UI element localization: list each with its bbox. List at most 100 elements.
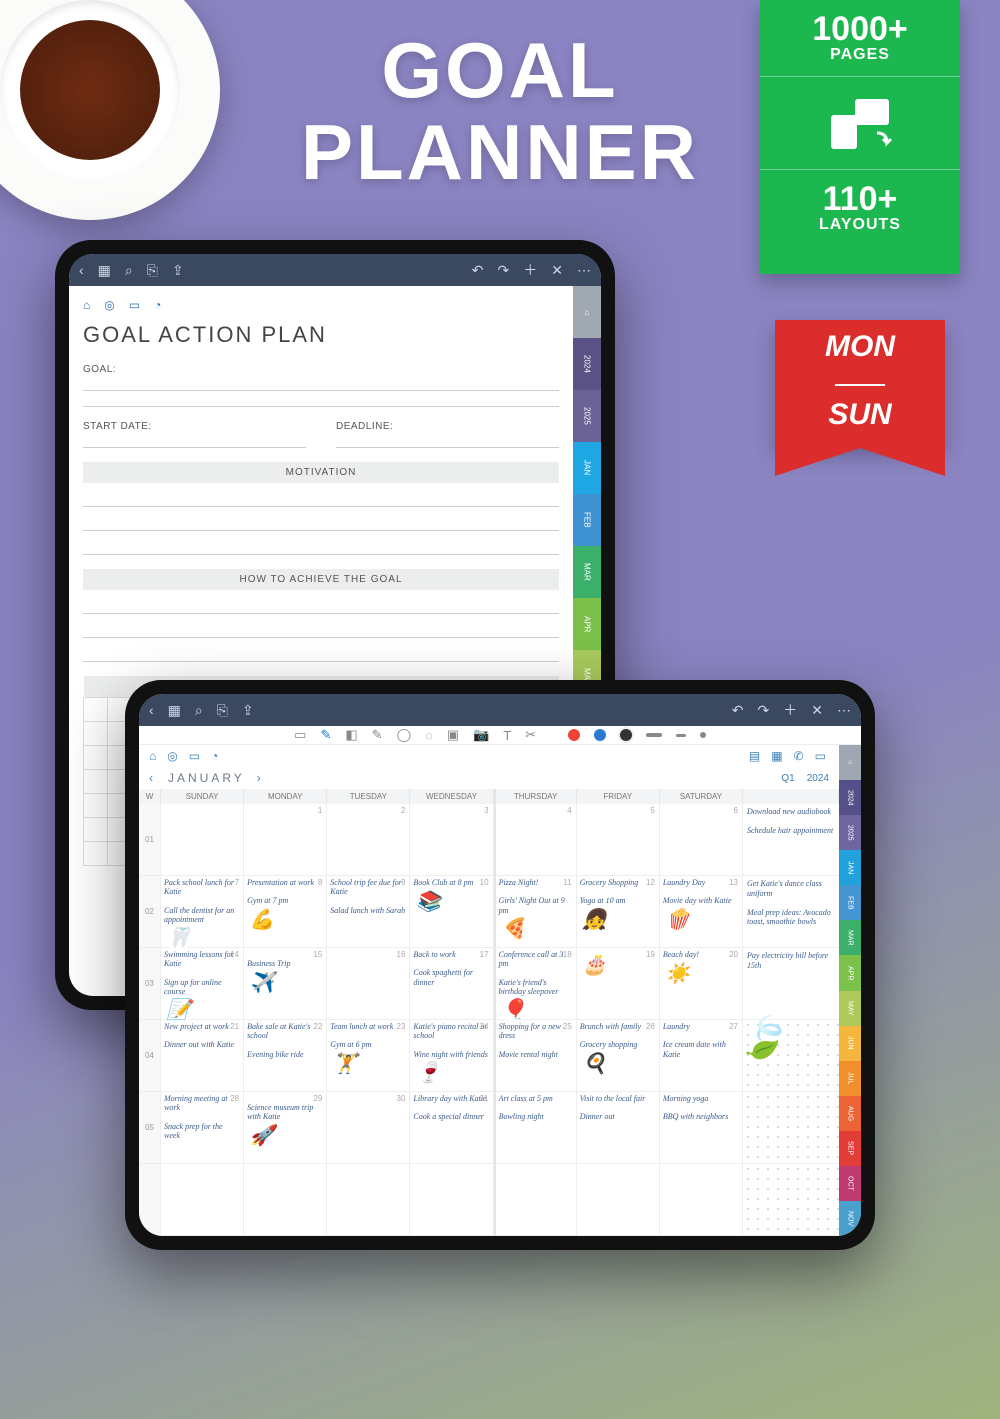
next-month[interactable]: ›	[257, 771, 264, 785]
tab-feb[interactable]: FEB	[839, 885, 861, 920]
list-icon[interactable]: ▭	[815, 749, 829, 763]
start-date-input[interactable]	[83, 432, 306, 448]
tab-may[interactable]: MAY	[839, 991, 861, 1026]
calendar-cell[interactable]: 26Brunch with family Grocery shopping🍳	[577, 1020, 660, 1092]
tool-link-icon[interactable]: ✂	[525, 727, 536, 743]
tab-apr[interactable]: APR	[839, 955, 861, 990]
side-note[interactable]: 🍃	[743, 1020, 839, 1092]
calendar-cell[interactable]: 6	[660, 804, 743, 876]
calendar-cell[interactable]: Art class at 5 pm Bowling night	[494, 1092, 577, 1164]
grid-small-icon[interactable]: ▦	[771, 749, 785, 763]
grid-icon[interactable]: ▦	[98, 262, 111, 279]
grid-icon[interactable]: ▦	[168, 702, 181, 719]
redo-icon[interactable]: ↷	[498, 262, 510, 279]
stroke-thick[interactable]	[646, 733, 662, 737]
calendar-cell[interactable]: 23Team lunch at work Gym at 6 pm🏋️	[327, 1020, 410, 1092]
calendar-cell[interactable]: 18Conference call at 3 pm Katie's friend…	[494, 948, 577, 1020]
calendar-cell[interactable]: 10Book Club at 8 pm📚	[410, 876, 493, 948]
side-note[interactable]	[743, 1164, 839, 1236]
bookmark-icon[interactable]: ⎘	[217, 702, 228, 719]
tool-eraser-icon[interactable]: ◧	[345, 727, 357, 743]
target-icon[interactable]: ◎	[167, 749, 180, 763]
calendar-cell[interactable]	[327, 1164, 410, 1236]
deadline-input[interactable]	[336, 432, 559, 448]
calendar-cell[interactable]: 9School trip fee due for Katie Salad lun…	[327, 876, 410, 948]
home-icon[interactable]: ⌂	[83, 298, 90, 312]
calendar-cell[interactable]: 22Bake sale at Katie's school Evening bi…	[244, 1020, 327, 1092]
tab-2025[interactable]: 2025	[573, 390, 601, 442]
tool-highlight-icon[interactable]: ✎	[372, 727, 383, 743]
share-icon[interactable]: ⇪	[172, 262, 184, 279]
calendar-cell[interactable]: 15 Business Trip✈️	[244, 948, 327, 1020]
stroke-med[interactable]	[676, 734, 686, 737]
side-note[interactable]: Pay electricity bill before 15th	[743, 948, 839, 1020]
calendar-cell[interactable]: 21New project at work Dinner out with Ka…	[161, 1020, 244, 1092]
tab-jan[interactable]: JAN	[573, 442, 601, 494]
more-icon[interactable]: ⋯	[577, 262, 591, 279]
back-icon[interactable]: ‹	[79, 262, 84, 278]
tool-shapes-icon[interactable]: ◯	[397, 727, 412, 743]
side-note[interactable]: Get Katie's dance class uniformMeal prep…	[743, 876, 839, 948]
goal-input[interactable]	[83, 375, 559, 391]
calendar-cell[interactable]	[660, 1164, 743, 1236]
tab-jan[interactable]: JAN	[839, 850, 861, 885]
calendar-cell[interactable]: 30	[327, 1092, 410, 1164]
tab-jun[interactable]: JUN	[839, 1026, 861, 1061]
calendar-cell[interactable]: 14Swimming lessons for Katie Sign up for…	[161, 948, 244, 1020]
stroke-thin[interactable]	[700, 732, 706, 738]
chart-icon[interactable]: ◔	[211, 749, 221, 763]
step-checkbox[interactable]	[84, 698, 108, 722]
tool-text-icon[interactable]: T	[503, 728, 511, 743]
calendar-cell[interactable]: 24Katie's piano recital at school Wine n…	[410, 1020, 493, 1092]
notes-icon[interactable]: ▤	[749, 749, 763, 763]
undo-icon[interactable]: ↶	[472, 262, 484, 279]
calendar-cell[interactable]	[577, 1164, 660, 1236]
calendar-cell[interactable]: 8Presentation at work Gym at 7 pm💪	[244, 876, 327, 948]
calendar-cell[interactable]: 29 Science museum trip with Katie🚀	[244, 1092, 327, 1164]
calendar-cell[interactable]	[161, 1164, 244, 1236]
tool-tablet-icon[interactable]: ▭	[294, 727, 306, 743]
tab-2024[interactable]: 2024	[839, 780, 861, 815]
more-icon[interactable]: ⋯	[837, 702, 851, 719]
tab-jul[interactable]: JUL	[839, 1061, 861, 1096]
calendar-cell[interactable]: 13Laundry Day Movie day with Katie🍿	[660, 876, 743, 948]
calendar-cell[interactable]	[244, 1164, 327, 1236]
add-icon[interactable]: ＋	[783, 700, 797, 720]
target-icon[interactable]: ◎	[104, 298, 114, 312]
calendar-cell[interactable]: 2	[327, 804, 410, 876]
calendar-cell[interactable]: 28Morning meeting at work Snack prep for…	[161, 1092, 244, 1164]
close-icon[interactable]: ✕	[811, 702, 823, 719]
redo-icon[interactable]: ↷	[758, 702, 770, 719]
add-icon[interactable]: ＋	[523, 260, 537, 280]
tab-apr[interactable]: APR	[573, 598, 601, 650]
calendar-cell[interactable]: 16	[327, 948, 410, 1020]
tab-oct[interactable]: OCT	[839, 1166, 861, 1201]
calendar-cell[interactable]: 19🎂	[577, 948, 660, 1020]
side-note[interactable]	[743, 1092, 839, 1164]
tool-lasso-icon[interactable]: ◌	[425, 728, 433, 743]
color-black[interactable]	[620, 729, 632, 741]
tab-2025[interactable]: 2025	[839, 815, 861, 850]
search-icon[interactable]: ⌕	[125, 262, 133, 279]
tab-feb[interactable]: FEB	[573, 494, 601, 546]
bookmark-icon[interactable]: ⎘	[147, 262, 158, 279]
calendar-cell[interactable]: 11Pizza Night! Girls' Night Out at 9 pm🍕	[494, 876, 577, 948]
tool-pen-icon[interactable]: ✎	[320, 727, 331, 743]
calendar-cell[interactable]: 31Library day with Katie Cook a special …	[410, 1092, 493, 1164]
color-red[interactable]	[568, 729, 580, 741]
tab-2024[interactable]: 2024	[573, 338, 601, 390]
calendar-cell[interactable]: 1	[244, 804, 327, 876]
calendar-cell[interactable]	[161, 804, 244, 876]
tab-aug[interactable]: AUG	[839, 1096, 861, 1131]
share-icon[interactable]: ⇪	[242, 702, 254, 719]
tab-nov[interactable]: NOV	[839, 1201, 861, 1236]
calendar-cell[interactable]: Morning yoga BBQ with neighbors	[660, 1092, 743, 1164]
tab-home[interactable]: ⌂	[573, 286, 601, 338]
tab-mar[interactable]: MAR	[573, 546, 601, 598]
tool-image-icon[interactable]: ▣	[447, 727, 459, 743]
calendar-cell[interactable]: 7Pack school lunch for Katie Call the de…	[161, 876, 244, 948]
quarter[interactable]: Q1	[781, 773, 794, 784]
tab-sep[interactable]: SEP	[839, 1131, 861, 1166]
undo-icon[interactable]: ↶	[732, 702, 744, 719]
page-icon[interactable]: ▭	[189, 749, 203, 763]
